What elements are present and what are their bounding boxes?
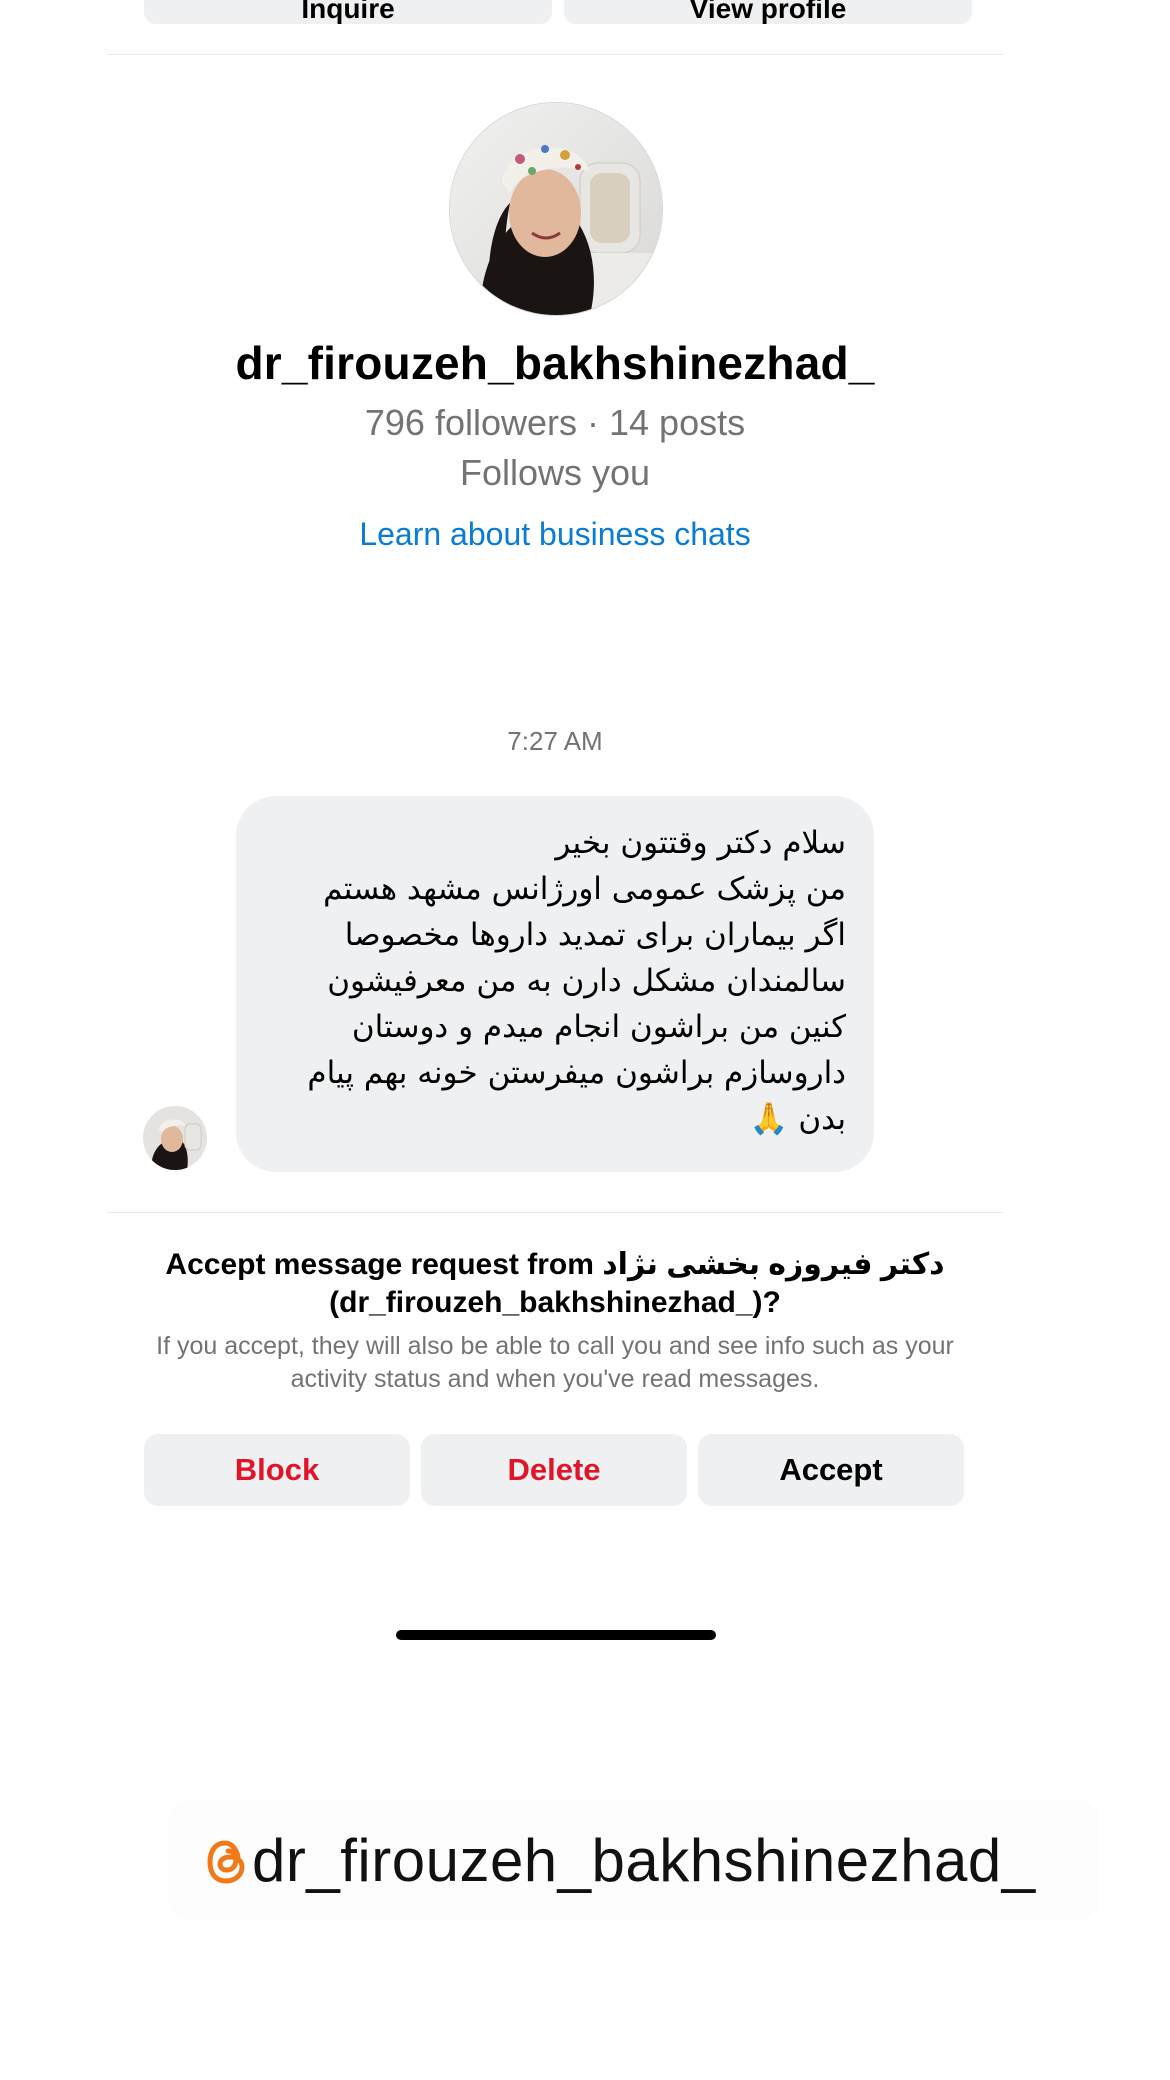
- inquire-button[interactable]: Inquire: [144, 0, 552, 24]
- home-indicator: [396, 1630, 716, 1640]
- sender-avatar[interactable]: [143, 1106, 207, 1170]
- request-description: If you accept, they will also be able to…: [156, 1332, 954, 1393]
- threads-icon: [204, 1835, 252, 1887]
- request-title-line1: Accept message request from دکتر فیروزه …: [165, 1248, 945, 1281]
- block-button-label: Block: [234, 1452, 320, 1487]
- message-timestamp: 7:27 AM: [507, 726, 603, 756]
- block-button[interactable]: Block: [144, 1434, 410, 1506]
- accept-button-label: Accept: [779, 1452, 883, 1487]
- view-profile-button-label: View profile: [689, 0, 847, 24]
- inquire-button-label: Inquire: [301, 0, 395, 24]
- delete-button[interactable]: Delete: [421, 1434, 687, 1506]
- threads-handle: dr_firouzeh_bakhshinezhad_: [252, 1827, 1036, 1894]
- delete-button-label: Delete: [507, 1452, 601, 1487]
- request-title: Accept message request from دکتر فیروزه …: [150, 1246, 960, 1322]
- bottom-divider: [107, 1212, 1003, 1213]
- request-title-line2: (dr_firouzeh_bakhshinezhad_)?: [329, 1286, 781, 1319]
- top-divider: [107, 54, 1003, 55]
- profile-avatar[interactable]: [449, 102, 663, 316]
- view-profile-button[interactable]: View profile: [564, 0, 972, 24]
- message-bubble[interactable]: سلام دکتر وقتتون بخیر من پزشک عمومی اورژ…: [236, 796, 874, 1172]
- profile-username[interactable]: dr_firouzeh_bakhshinezhad_: [0, 336, 1110, 390]
- learn-business-chats-link[interactable]: Learn about business chats: [0, 516, 1110, 553]
- profile-stats: 796 followers · 14 posts: [364, 402, 746, 443]
- accept-button[interactable]: Accept: [698, 1434, 964, 1506]
- follows-you-label: Follows you: [459, 452, 651, 493]
